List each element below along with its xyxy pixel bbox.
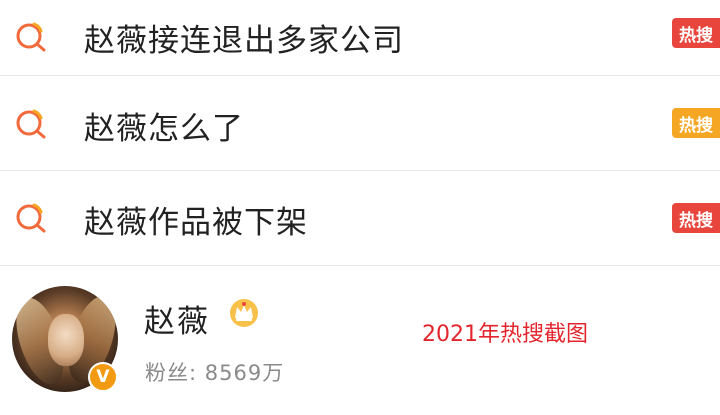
hot-search-item[interactable]: 赵薇作品被下架 热搜 [0,171,720,265]
search-icon [14,200,50,236]
hot-search-query[interactable]: 赵薇怎么了 [84,103,244,148]
search-icon [14,106,50,142]
hot-search-query[interactable]: 赵薇接连退出多家公司 [84,15,404,60]
divider [0,265,720,266]
crown-icon [228,296,260,328]
hot-search-item[interactable]: 赵薇怎么了 热搜 [0,76,720,170]
hot-badge: 热搜 [672,18,720,48]
caption: 2021年热搜截图 [422,322,588,347]
hot-search-item[interactable]: 赵薇接连退出多家公司 热搜 [0,0,720,74]
hot-search-query[interactable]: 赵薇作品被下架 [84,197,308,242]
user-name[interactable]: 赵薇 [144,296,210,341]
verified-badge-icon: V [88,362,118,392]
follower-count: 粉丝: 8569万 [145,361,285,385]
hot-badge: 热搜 [672,108,720,138]
hot-badge: 热搜 [672,203,720,233]
search-icon [14,19,50,55]
avatar-face [48,314,84,366]
